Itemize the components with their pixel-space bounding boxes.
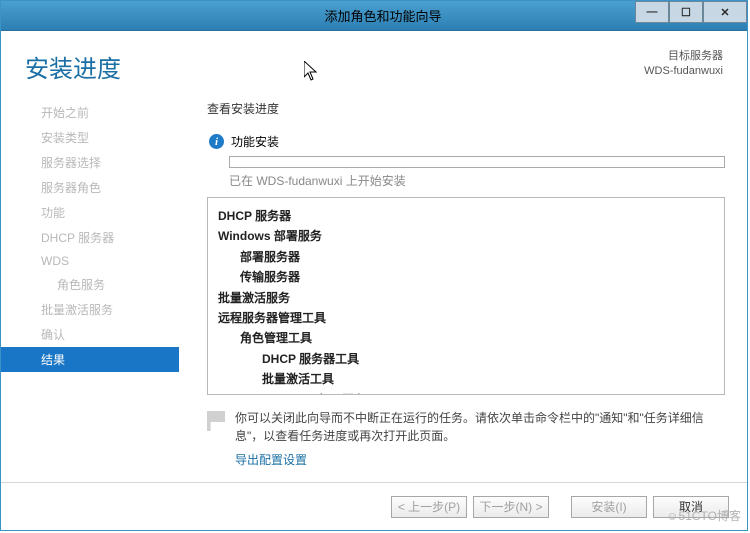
feature-item: 批量激活工具 <box>218 369 714 389</box>
titlebar: 添加角色和功能向导 — ☐ ✕ <box>1 1 747 31</box>
sidebar-item-confirm: 确认 <box>1 322 179 347</box>
tip-row: 你可以关闭此向导而不中断正在运行的任务。请依次单击命令栏中的"通知"和"任务详细… <box>207 409 725 445</box>
target-name: WDS-fudanwuxi <box>644 64 723 79</box>
feature-item: 传输服务器 <box>218 267 714 287</box>
sidebar-item-before-begin: 开始之前 <box>1 100 179 125</box>
cancel-button[interactable]: 取消 <box>653 496 729 518</box>
prev-button[interactable]: < 上一步(P) <box>391 496 467 518</box>
window-controls: — ☐ ✕ <box>635 1 747 30</box>
feature-item: Windows 部署服务 <box>218 226 714 246</box>
progress-bar <box>229 156 725 168</box>
sidebar-item-wds: WDS <box>1 250 179 272</box>
page-title: 安装进度 <box>25 49 121 84</box>
export-config-link[interactable]: 导出配置设置 <box>235 451 307 468</box>
features-list-box: DHCP 服务器 Windows 部署服务 部署服务器 传输服务器 批量激活服务… <box>207 197 725 395</box>
feature-install-label: 功能安装 <box>231 133 279 150</box>
feature-item: 角色管理工具 <box>218 328 714 348</box>
main-panel: 查看安装进度 i 功能安装 已在 WDS-fudanwuxi 上开始安装 DHC… <box>179 94 747 482</box>
maximize-button[interactable]: ☐ <box>669 1 703 23</box>
sidebar-item-features: 功能 <box>1 200 179 225</box>
install-status-text: 已在 WDS-fudanwuxi 上开始安装 <box>229 172 725 189</box>
install-info-line: i 功能安装 <box>209 133 725 150</box>
sidebar-item-results[interactable]: 结果 <box>1 347 179 372</box>
feature-item: Windows 部署服务工具 <box>218 390 714 395</box>
info-icon: i <box>209 134 224 149</box>
sidebar-item-role-services: 角色服务 <box>1 272 179 297</box>
sidebar-item-server-roles: 服务器角色 <box>1 175 179 200</box>
target-server-info: 目标服务器 WDS-fudanwuxi <box>644 49 723 80</box>
button-bar: < 上一步(P) 下一步(N) > 安装(I) 取消 <box>1 482 747 530</box>
content-area: 安装进度 目标服务器 WDS-fudanwuxi 开始之前 安装类型 服务器选择… <box>1 31 747 530</box>
sidebar-item-install-type: 安装类型 <box>1 125 179 150</box>
sidebar-item-server-select: 服务器选择 <box>1 150 179 175</box>
sidebar-item-volume-activation: 批量激活服务 <box>1 297 179 322</box>
header-region: 安装进度 目标服务器 WDS-fudanwuxi <box>1 31 747 94</box>
wizard-sidebar: 开始之前 安装类型 服务器选择 服务器角色 功能 DHCP 服务器 WDS 角色… <box>1 94 179 482</box>
feature-item: DHCP 服务器工具 <box>218 349 714 369</box>
sidebar-item-dhcp: DHCP 服务器 <box>1 225 179 250</box>
close-button[interactable]: ✕ <box>703 1 747 23</box>
target-label: 目标服务器 <box>644 49 723 64</box>
minimize-button[interactable]: — <box>635 1 669 23</box>
tip-text: 你可以关闭此向导而不中断正在运行的任务。请依次单击命令栏中的"通知"和"任务详细… <box>235 409 725 445</box>
view-progress-label: 查看安装进度 <box>207 100 725 117</box>
flag-icon <box>207 411 225 431</box>
window-title: 添加角色和功能向导 <box>324 6 441 25</box>
feature-item: DHCP 服务器 <box>218 206 714 226</box>
feature-item: 远程服务器管理工具 <box>218 308 714 328</box>
feature-item: 批量激活服务 <box>218 288 714 308</box>
main-row: 开始之前 安装类型 服务器选择 服务器角色 功能 DHCP 服务器 WDS 角色… <box>1 94 747 482</box>
wizard-window: 添加角色和功能向导 — ☐ ✕ 安装进度 目标服务器 WDS-fudanwuxi… <box>0 0 748 531</box>
install-button[interactable]: 安装(I) <box>571 496 647 518</box>
next-button[interactable]: 下一步(N) > <box>473 496 549 518</box>
feature-item: 部署服务器 <box>218 247 714 267</box>
